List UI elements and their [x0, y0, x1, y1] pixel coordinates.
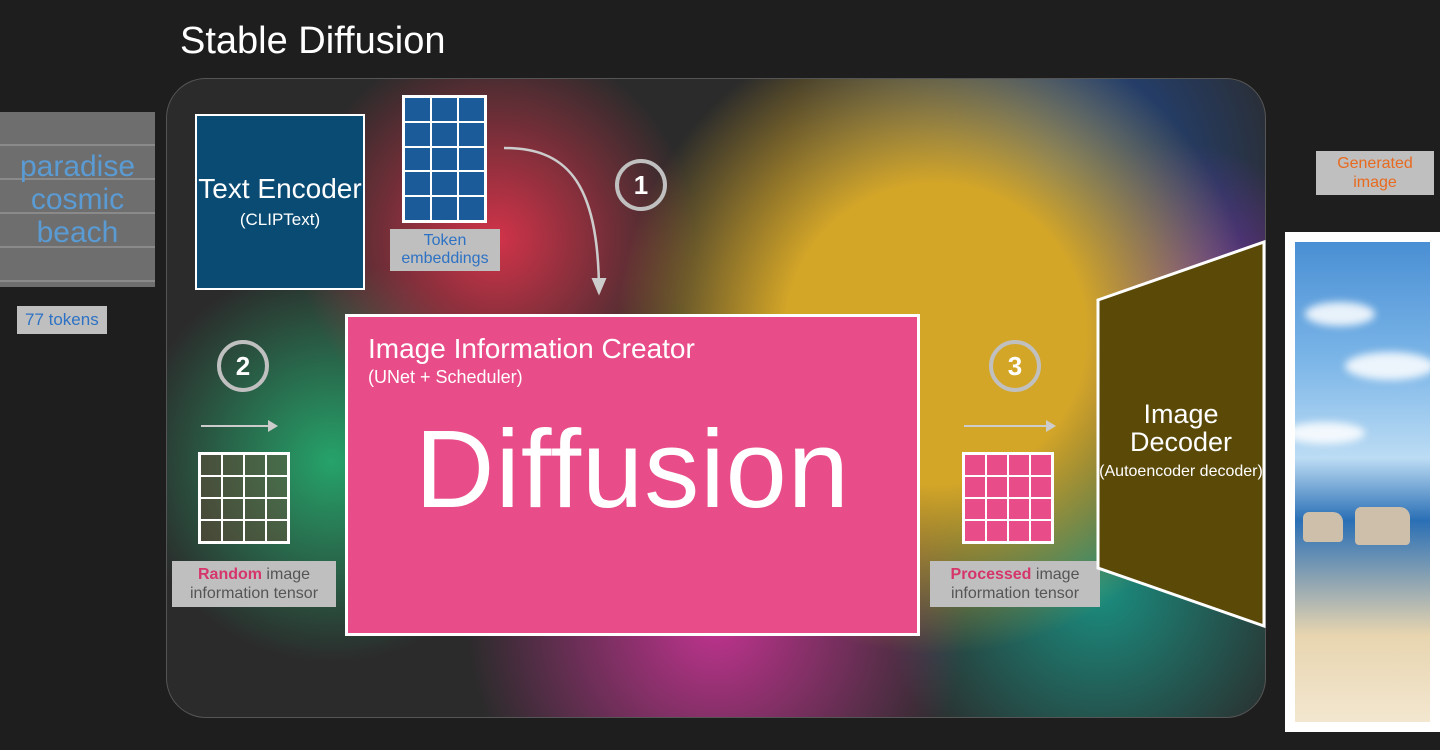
decoder-title: Image Decoder [1096, 400, 1266, 457]
random-tensor-label: Random image information tensor [172, 561, 336, 607]
generated-image-label: Generated image [1316, 151, 1434, 195]
token-embeddings-tensor [402, 95, 487, 223]
token-count-label: 77 tokens [17, 306, 107, 334]
beach-illustration [1295, 242, 1430, 722]
rock-icon [1303, 512, 1343, 542]
step-marker-2: 2 [217, 340, 269, 392]
prompt-text: paradise cosmic beach [20, 150, 135, 249]
rock-icon [1355, 507, 1410, 545]
diffusion-big-label: Diffusion [368, 406, 897, 533]
input-prompt-panel: paradise cosmic beach [0, 112, 155, 287]
text-encoder-block: Text Encoder (CLIPText) [195, 114, 365, 290]
image-decoder-block: Image Decoder (Autoencoder decoder) [1096, 240, 1266, 628]
decoder-subtitle: (Autoencoder decoder) [1096, 463, 1266, 481]
text-encoder-subtitle: (CLIPText) [240, 210, 320, 230]
prompt-line-2: cosmic [20, 183, 135, 216]
step-marker-3: 3 [989, 340, 1041, 392]
prompt-line-1: paradise [20, 150, 135, 183]
step-marker-1: 1 [615, 159, 667, 211]
random-tensor [198, 452, 290, 544]
diffusion-block: Image Information Creator (UNet + Schedu… [345, 314, 920, 636]
arrow-step-1 [494, 118, 674, 308]
diffusion-subtitle: (UNet + Scheduler) [368, 367, 897, 388]
text-encoder-title: Text Encoder [198, 174, 361, 203]
arrow-step-3 [964, 425, 1054, 427]
processed-tensor-label: Processed image information tensor [930, 561, 1100, 607]
token-embeddings-label: Token embeddings [390, 229, 500, 271]
diagram-title: Stable Diffusion [180, 20, 445, 63]
generated-image-preview [1285, 232, 1440, 732]
cloud-icon [1295, 422, 1365, 444]
prompt-line-3: beach [20, 216, 135, 249]
cloud-icon [1345, 352, 1430, 380]
arrow-step-2 [201, 425, 276, 427]
processed-tensor [962, 452, 1054, 544]
diffusion-heading: Image Information Creator [368, 333, 897, 365]
cloud-icon [1305, 302, 1375, 326]
